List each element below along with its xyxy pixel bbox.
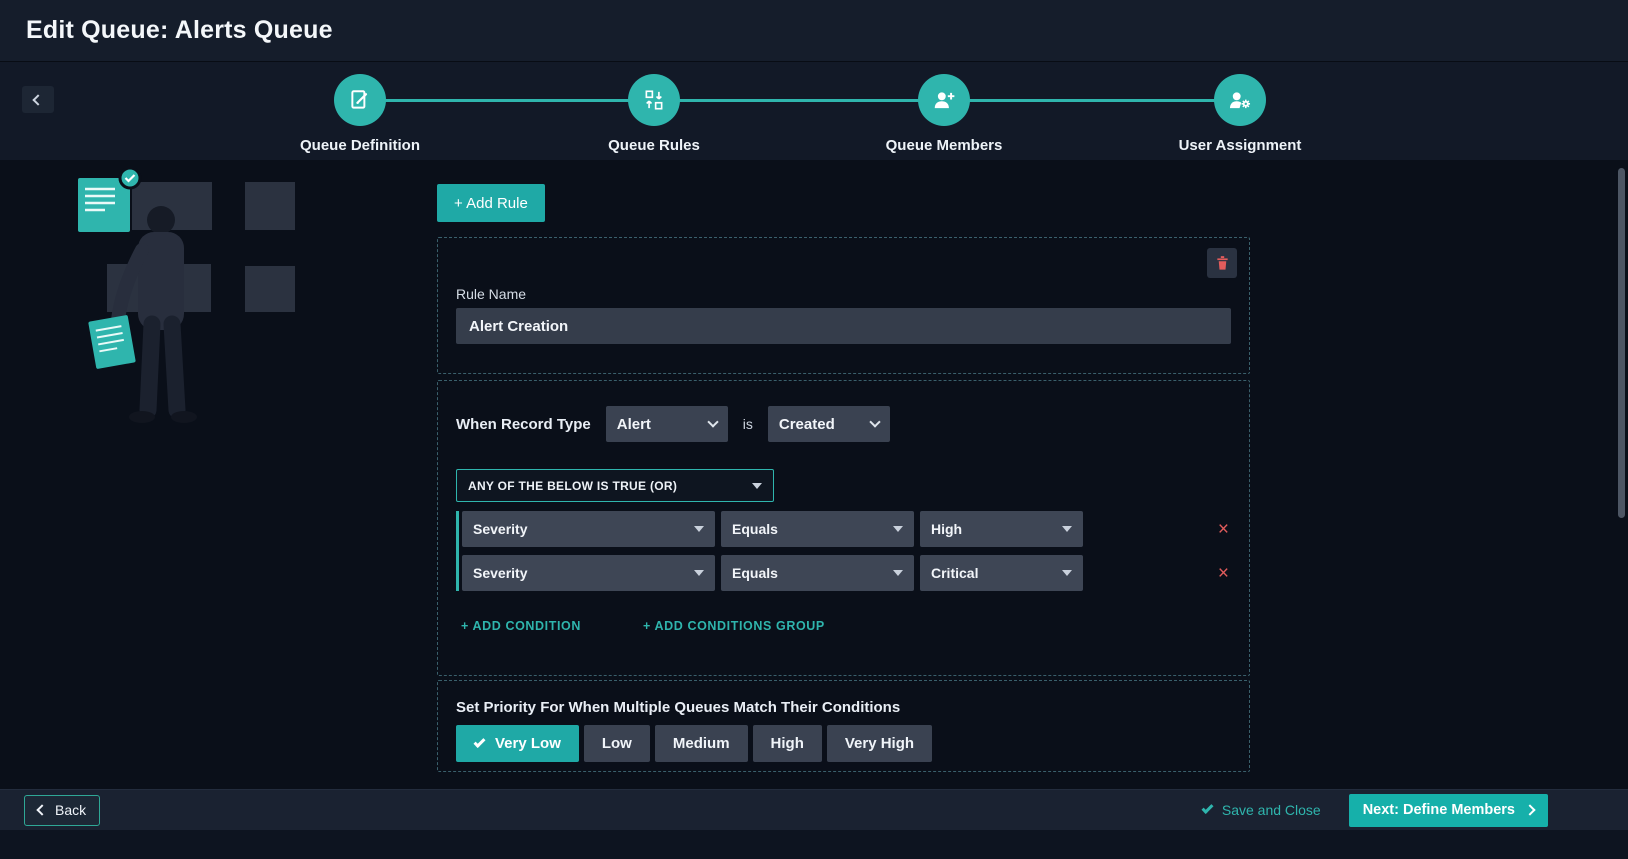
priority-very-high-button[interactable]: Very High — [826, 725, 933, 762]
footer-bar: Back Save and Close Next: Define Members — [0, 789, 1628, 830]
step-queue-rules[interactable]: Queue Rules — [544, 74, 764, 154]
condition-value: High — [931, 521, 963, 537]
step-label: Queue Definition — [300, 137, 420, 154]
chevron-right-icon — [1524, 804, 1536, 816]
priority-very-low-button[interactable]: Very Low — [456, 725, 579, 762]
condition-operator-dropdown[interactable]: Equals — [721, 555, 914, 591]
caret-down-icon — [752, 482, 762, 489]
chevron-down-icon — [707, 416, 719, 428]
rules-editor: + Add Rule Rule Name When Record Type Al… — [437, 160, 1250, 789]
condition-value: Critical — [931, 565, 979, 581]
step-circle[interactable] — [334, 74, 386, 126]
chevron-left-icon — [32, 93, 44, 106]
when-record-type-label: When Record Type — [456, 415, 591, 433]
priority-panel: Set Priority For When Multiple Queues Ma… — [437, 680, 1250, 772]
add-conditions-group-link[interactable]: + ADD CONDITIONS GROUP — [643, 619, 825, 633]
condition-field-dropdown[interactable]: Severity — [462, 511, 715, 547]
rule-conditions-panel: When Record Type Alert is Created ANY OF… — [437, 380, 1250, 676]
next-button-label: Next: Define Members — [1362, 802, 1515, 818]
caret-down-icon — [1062, 570, 1072, 576]
page-header: Edit Queue: Alerts Queue — [0, 0, 1628, 62]
caret-down-icon — [694, 570, 704, 576]
step-label: User Assignment — [1178, 137, 1302, 154]
condition-row: Severity Equals High × — [459, 511, 1233, 547]
stepper-band: Queue Definition Queue Rules Queue Membe… — [0, 62, 1628, 160]
priority-options: Very Low Low Medium High Very High — [456, 725, 933, 762]
next-define-members-button[interactable]: Next: Define Members — [1348, 793, 1548, 827]
group-operator-value: ANY OF THE BELOW IS TRUE (OR) — [468, 478, 678, 493]
condition-operator-value: Equals — [732, 521, 778, 537]
priority-label: Set Priority For When Multiple Queues Ma… — [456, 699, 901, 716]
condition-actions: + ADD CONDITION + ADD CONDITIONS GROUP — [461, 619, 825, 633]
check-icon — [473, 735, 486, 748]
remove-condition-button[interactable]: × — [1214, 562, 1233, 585]
back-button-label: Back — [55, 802, 87, 818]
step-circle[interactable] — [628, 74, 680, 126]
person-add-icon — [934, 92, 955, 109]
conditions-group: Severity Equals High × Severity Equals C… — [456, 511, 1233, 591]
footer-underlay — [0, 830, 1628, 859]
save-and-close-link[interactable]: Save and Close — [1201, 801, 1321, 818]
priority-medium-button[interactable]: Medium — [654, 725, 748, 762]
chevron-down-icon — [869, 416, 881, 428]
rule-name-label: Rule Name — [456, 286, 527, 302]
when-record-type-row: When Record Type Alert is Created — [456, 406, 890, 442]
priority-option-label: Very High — [844, 735, 915, 752]
queue-illustration — [78, 168, 295, 423]
vertical-scrollbar[interactable] — [1618, 168, 1625, 518]
priority-high-button[interactable]: High — [752, 725, 822, 762]
condition-row: Severity Equals Critical × — [459, 555, 1233, 591]
condition-operator-dropdown[interactable]: Equals — [721, 511, 914, 547]
is-label: is — [742, 416, 753, 432]
stepper-back-button[interactable] — [22, 86, 54, 113]
condition-field-value: Severity — [473, 521, 528, 537]
caret-down-icon — [893, 526, 903, 532]
save-and-close-label: Save and Close — [1221, 802, 1321, 818]
page-title: Edit Queue: Alerts Queue — [26, 16, 333, 44]
chevron-left-icon — [36, 804, 48, 816]
condition-field-value: Severity — [473, 565, 528, 581]
rule-name-input[interactable] — [456, 308, 1231, 344]
remove-condition-button[interactable]: × — [1214, 518, 1233, 541]
caret-down-icon — [694, 526, 704, 532]
condition-value-dropdown[interactable]: High — [920, 511, 1083, 547]
back-button[interactable]: Back — [24, 794, 101, 826]
step-label: Queue Members — [885, 137, 1003, 154]
priority-option-label: Medium — [672, 735, 730, 752]
step-queue-definition[interactable]: Queue Definition — [250, 74, 470, 154]
priority-option-label: Low — [601, 735, 632, 752]
condition-group-operator-dropdown[interactable]: ANY OF THE BELOW IS TRUE (OR) — [456, 469, 774, 502]
edit-document-icon — [351, 90, 368, 109]
step-circle[interactable] — [1214, 74, 1266, 126]
condition-field-dropdown[interactable]: Severity — [462, 555, 715, 591]
swap-arrows-icon — [645, 90, 663, 110]
rule-name-panel: Rule Name — [437, 237, 1250, 374]
condition-value-dropdown[interactable]: Critical — [920, 555, 1083, 591]
record-event-dropdown[interactable]: Created — [767, 406, 890, 442]
step-circle[interactable] — [918, 74, 970, 126]
check-icon — [1201, 801, 1214, 815]
condition-operator-value: Equals — [732, 565, 778, 581]
priority-option-label: High — [770, 735, 804, 752]
priority-low-button[interactable]: Low — [583, 725, 650, 762]
stepper-connector-line — [360, 99, 1240, 102]
caret-down-icon — [1062, 526, 1072, 532]
trash-icon — [1216, 256, 1228, 270]
content-area: + Add Rule Rule Name When Record Type Al… — [0, 160, 1628, 789]
caret-down-icon — [893, 570, 903, 576]
add-condition-link[interactable]: + ADD CONDITION — [461, 619, 581, 633]
record-event-value: Created — [778, 415, 835, 433]
step-queue-members[interactable]: Queue Members — [834, 74, 1054, 154]
step-user-assignment[interactable]: User Assignment — [1130, 74, 1350, 154]
record-type-value: Alert — [616, 415, 651, 433]
step-label: Queue Rules — [608, 137, 700, 154]
record-type-dropdown[interactable]: Alert — [605, 406, 728, 442]
add-rule-button[interactable]: + Add Rule — [437, 184, 545, 222]
person-gear-icon — [1229, 92, 1251, 109]
delete-rule-button[interactable] — [1207, 248, 1237, 278]
priority-option-label: Very Low — [495, 735, 561, 752]
